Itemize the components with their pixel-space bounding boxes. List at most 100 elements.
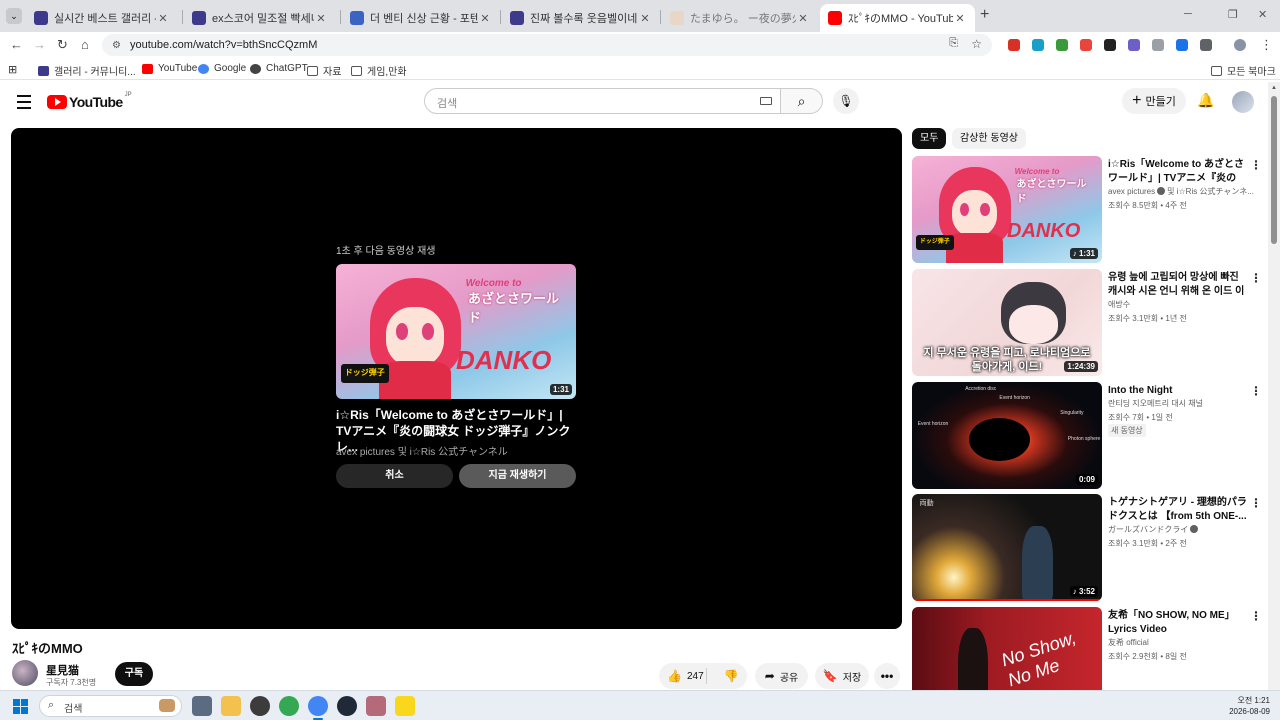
- search-button[interactable]: ⌕: [781, 88, 823, 114]
- extension-icon[interactable]: [1152, 39, 1164, 51]
- close-icon[interactable]: ✕: [796, 12, 810, 25]
- bookmark-item[interactable]: YouTube: [142, 63, 197, 74]
- chrome-icon[interactable]: [279, 696, 299, 716]
- recommendation-item[interactable]: 지 무서운 유령을 피고, 로나티엄으로 돌아가게, 이드! 1:24:39 유…: [912, 269, 1262, 377]
- recommendation-item[interactable]: Welcome to あざとさワールド DANKO ドッジ弾子 ♪ 1:31 i…: [912, 156, 1262, 264]
- youtube-logo[interactable]: YouTube JP: [47, 92, 132, 110]
- home-icon[interactable]: ⌂: [81, 37, 89, 52]
- new-tab-icon[interactable]: +: [980, 6, 989, 24]
- extension-icon[interactable]: [1128, 39, 1140, 51]
- close-icon[interactable]: ✕: [156, 12, 170, 25]
- channel-avatar[interactable]: [12, 660, 38, 686]
- share-button[interactable]: ➦ 공유: [755, 663, 808, 689]
- maximize-icon[interactable]: ❐: [1228, 8, 1238, 21]
- recommendation-item[interactable]: 両動 ♪ 3:52 トゲナシトゲアリ - 理想的パラドクスとは 【from 5t…: [912, 494, 1262, 602]
- play-now-button[interactable]: 지금 재생하기: [459, 464, 576, 488]
- site-info-icon[interactable]: ⚙: [112, 40, 121, 51]
- rec-channel[interactable]: avex pictures 및 i☆Ris 公式チャンネ...: [1108, 186, 1260, 197]
- chrome-active-icon[interactable]: [308, 696, 328, 720]
- extension-icon[interactable]: [1056, 39, 1068, 51]
- bookmark-star-icon[interactable]: ☆: [971, 37, 982, 51]
- rec-title[interactable]: 유령 늪에 고립되어 망상에 빠진 캐시와 시온 언니 위해 온 이드 이벤..…: [1108, 271, 1248, 299]
- rec-title[interactable]: 友希「NO SHOW, NO ME」Lyrics Video: [1108, 609, 1248, 637]
- file-explorer-icon[interactable]: [221, 696, 241, 716]
- rec-title[interactable]: i☆Ris「Welcome to あざとさワールド」| TVアニメ『炎の闘...: [1108, 158, 1248, 186]
- save-button[interactable]: 🔖 저장: [815, 663, 869, 689]
- extension-icon[interactable]: [1080, 39, 1092, 51]
- back-icon[interactable]: ←: [10, 37, 23, 52]
- cancel-autoplay-button[interactable]: 취소: [336, 464, 453, 488]
- rec-thumbnail[interactable]: Welcome to あざとさワールド DANKO ドッジ弾子 ♪ 1:31: [912, 156, 1102, 263]
- install-app-icon[interactable]: ⎘: [949, 37, 958, 50]
- rec-thumbnail[interactable]: 지 무서운 유령을 피고, 로나티엄으로 돌아가게, 이드! 1:24:39: [912, 269, 1102, 376]
- search-input[interactable]: 검색: [424, 88, 781, 114]
- browser-tab[interactable]: 더 벤티 신상 근황 - 포텐 터짐 ✕: [342, 4, 500, 32]
- profile-avatar-icon[interactable]: [1234, 39, 1246, 51]
- chrome-menu-icon[interactable]: ⋮: [1260, 37, 1273, 53]
- upnext-thumbnail[interactable]: Welcome to あざとさワールド DANKO ドッジ弾子 1:31: [336, 264, 576, 399]
- menu-icon[interactable]: [17, 95, 31, 113]
- recommendation-item[interactable]: Accretion disc Event horizon Singularity…: [912, 382, 1262, 490]
- keyboard-icon[interactable]: [760, 97, 772, 105]
- like-count[interactable]: 247: [687, 671, 704, 682]
- subscribe-button[interactable]: 구독: [115, 662, 153, 686]
- extensions-puzzle-icon[interactable]: [1200, 39, 1212, 51]
- rec-title[interactable]: トゲナシトゲアリ - 理想的パラドクスとは 【from 5th ONE-...: [1108, 496, 1248, 524]
- rec-channel[interactable]: 友希 official: [1108, 637, 1260, 648]
- rec-channel[interactable]: ガールズバンドクライ: [1108, 524, 1260, 535]
- rec-title[interactable]: Into the Night: [1108, 384, 1248, 398]
- extension-icon[interactable]: [1032, 39, 1044, 51]
- app-icon[interactable]: [337, 696, 357, 716]
- more-actions-button[interactable]: •••: [874, 663, 900, 689]
- minimize-icon[interactable]: ─: [1184, 8, 1192, 20]
- taskbar-search[interactable]: ⌕ 검색: [39, 695, 182, 717]
- close-icon[interactable]: ✕: [314, 12, 328, 25]
- extension-icon[interactable]: [1008, 39, 1020, 51]
- create-button[interactable]: + 만들기: [1122, 88, 1186, 114]
- reload-icon[interactable]: ↻: [57, 37, 68, 53]
- channel-name[interactable]: 星見猫: [46, 662, 79, 678]
- more-vertical-icon[interactable]: ⋮: [1250, 158, 1262, 172]
- forward-icon[interactable]: →: [33, 37, 46, 52]
- video-player[interactable]: 1초 후 다음 동영상 재생 Welcome to あざとさワールド DANKO…: [11, 128, 902, 629]
- notifications-bell-icon[interactable]: 🔔: [1197, 92, 1214, 109]
- rec-thumbnail[interactable]: 両動 ♪ 3:52: [912, 494, 1102, 601]
- chip-all[interactable]: 모두: [912, 128, 947, 149]
- address-bar[interactable]: ⚙ youtube.com/watch?v=bthSncCQzmM ⎘ ☆: [102, 34, 992, 56]
- browser-tab[interactable]: たまゆら。 ー夜の夢火 | スタジ ✕: [662, 4, 818, 32]
- kakaotalk-icon[interactable]: [395, 696, 415, 716]
- bookmark-item[interactable]: 갤러리 - 커뮤니티...: [38, 63, 136, 78]
- dislike-button[interactable]: 👎: [715, 663, 747, 689]
- system-clock[interactable]: 오전 1:21 2026-08-09: [1229, 695, 1270, 717]
- voice-search-button[interactable]: 🎙: [833, 88, 859, 114]
- more-vertical-icon[interactable]: ⋮: [1250, 496, 1262, 510]
- scroll-up-icon[interactable]: ▲: [1271, 85, 1277, 91]
- thumbs-up-icon[interactable]: 👍: [667, 669, 682, 683]
- task-view-icon[interactable]: [192, 696, 212, 716]
- all-bookmarks-folder[interactable]: 모든 북마크: [1211, 63, 1276, 78]
- close-window-icon[interactable]: ✕: [1258, 8, 1267, 21]
- bookmark-item[interactable]: ChatGPT: [250, 63, 308, 74]
- close-icon[interactable]: ✕: [953, 12, 967, 25]
- close-icon[interactable]: ✕: [478, 12, 492, 25]
- page-scrollbar[interactable]: ▲: [1268, 82, 1280, 690]
- browser-tab-active[interactable]: ｽﾋﾟｷのMMO - YouTube ✕: [820, 4, 975, 32]
- app-icon[interactable]: [366, 696, 386, 716]
- browser-tab[interactable]: 진짜 볼수록 웃음벨이네ㅋㅋㅋ ✕: [502, 4, 660, 32]
- account-avatar[interactable]: [1232, 91, 1254, 113]
- rec-channel[interactable]: 애방수: [1108, 299, 1260, 310]
- more-vertical-icon[interactable]: ⋮: [1250, 609, 1262, 623]
- windows-start-icon[interactable]: [13, 699, 28, 714]
- browser-tab[interactable]: ex스코어 밀조절 빡세네 - 헤븐 ✕: [184, 4, 336, 32]
- rec-channel[interactable]: 란티딩 지오메트리 대시 채널: [1108, 398, 1260, 409]
- bookmark-item[interactable]: Google: [198, 63, 246, 74]
- close-icon[interactable]: ✕: [638, 12, 652, 25]
- rec-thumbnail[interactable]: No Show, No Me: [912, 607, 1102, 690]
- scrollbar-thumb[interactable]: [1271, 96, 1277, 244]
- rec-thumbnail[interactable]: Accretion disc Event horizon Singularity…: [912, 382, 1102, 489]
- tab-search-icon[interactable]: ⌄: [6, 8, 22, 24]
- app-icon[interactable]: [250, 696, 270, 716]
- recommendation-item[interactable]: No Show, No Me 友希「NO SHOW, NO ME」Lyrics …: [912, 607, 1262, 690]
- more-vertical-icon[interactable]: ⋮: [1250, 271, 1262, 285]
- more-vertical-icon[interactable]: ⋮: [1250, 384, 1262, 398]
